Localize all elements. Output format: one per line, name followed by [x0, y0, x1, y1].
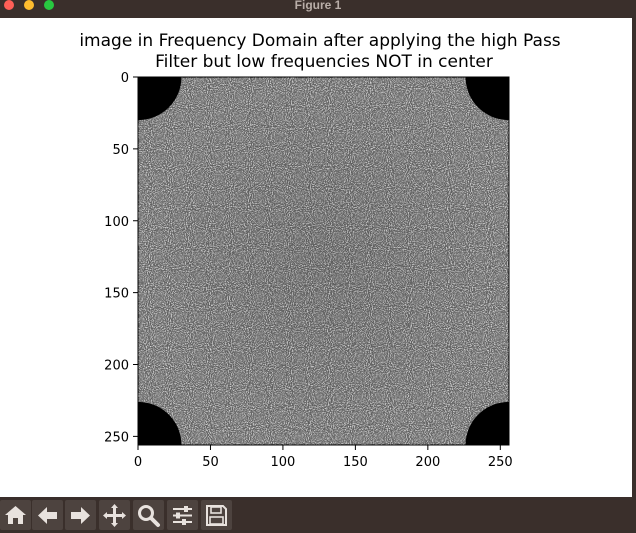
navigation-toolbar — [0, 497, 632, 533]
floppy-icon — [206, 505, 227, 526]
move-icon — [103, 504, 126, 527]
home-icon — [5, 506, 26, 524]
home-button[interactable] — [0, 500, 31, 530]
sliders-icon — [173, 506, 192, 525]
y-axis: 0 50 100 150 200 250 — [104, 71, 138, 445]
arrow-left-icon — [38, 507, 57, 524]
image-plot-area — [138, 77, 509, 445]
magnifier-icon — [138, 505, 160, 527]
y-tick-label: 0 — [121, 71, 129, 86]
figure-window: Figure 1 image in Frequency Domain after… — [0, 0, 636, 533]
y-tick-label: 100 — [104, 215, 129, 230]
back-button[interactable] — [32, 500, 63, 530]
y-tick-label: 200 — [104, 359, 129, 374]
x-tick-label: 0 — [134, 455, 142, 470]
pan-button[interactable] — [99, 500, 130, 530]
x-tick-label: 200 — [415, 455, 440, 470]
forward-button[interactable] — [65, 500, 96, 530]
x-tick-label: 150 — [343, 455, 368, 470]
x-tick-label: 250 — [488, 455, 513, 470]
window-edge — [632, 18, 636, 533]
image-center-shade — [138, 77, 509, 445]
x-axis: 0 50 100 150 200 250 — [134, 445, 513, 470]
figure-svg: image in Frequency Domain after applying… — [79, 31, 560, 470]
subplots-button[interactable] — [167, 500, 198, 530]
x-tick-label: 50 — [202, 455, 219, 470]
x-tick-label: 100 — [271, 455, 296, 470]
window-title: Figure 1 — [294, 0, 342, 12]
title-bar[interactable]: Figure 1 — [0, 0, 636, 18]
save-button[interactable] — [201, 500, 232, 530]
figure-title-line2: Filter but low frequencies NOT in center — [155, 52, 493, 72]
y-tick-label: 250 — [104, 430, 129, 445]
figure-title-line1: image in Frequency Domain after applying… — [79, 31, 560, 51]
figure-canvas[interactable]: image in Frequency Domain after applying… — [0, 18, 632, 497]
arrow-right-icon — [71, 507, 90, 524]
y-tick-label: 50 — [112, 143, 129, 158]
y-tick-label: 150 — [104, 287, 129, 302]
zoom-button[interactable] — [133, 500, 164, 530]
